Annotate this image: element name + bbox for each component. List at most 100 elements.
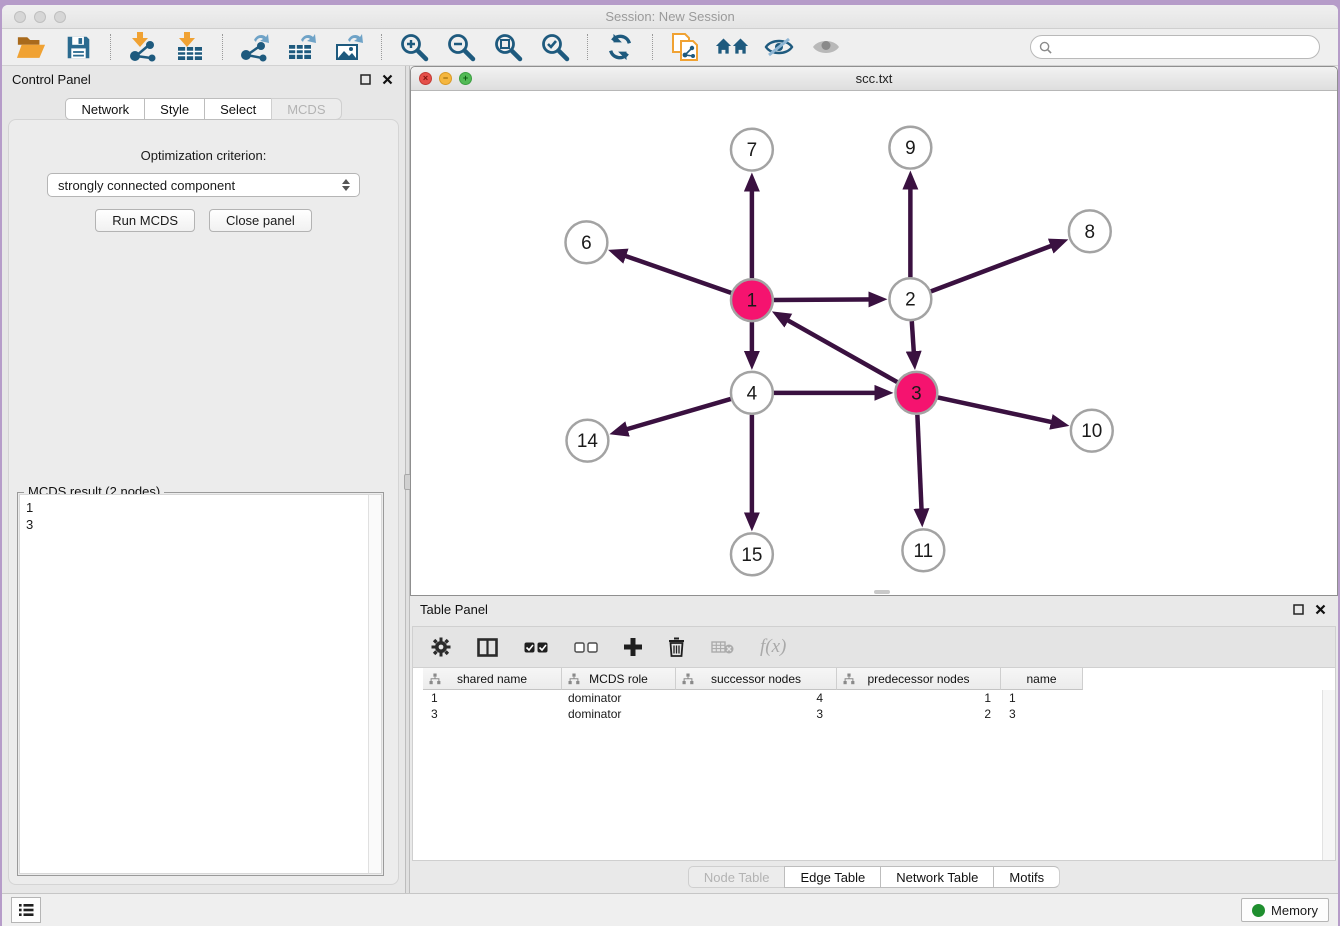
tab-edge-table[interactable]: Edge Table bbox=[784, 866, 880, 888]
table-panel-title: Table Panel bbox=[420, 602, 488, 617]
cell-shared-name[interactable]: 1 bbox=[423, 690, 562, 706]
tab-mcds[interactable]: MCDS bbox=[271, 98, 341, 120]
control-panel: Control Panel Network Style Select MCDS … bbox=[2, 66, 405, 893]
graph-node-label-3: 3 bbox=[911, 383, 922, 404]
deselect-all-checkboxes-icon[interactable] bbox=[574, 642, 598, 653]
hide-selected-icon[interactable] bbox=[760, 31, 798, 63]
network-resize-grip[interactable] bbox=[874, 590, 890, 594]
graph-edge-1-6[interactable] bbox=[614, 252, 731, 293]
float-panel-icon[interactable] bbox=[357, 72, 373, 86]
column-header-name[interactable]: name bbox=[1001, 668, 1083, 690]
import-network-icon[interactable] bbox=[124, 31, 162, 63]
graph-svg[interactable]: 7968124314101511 bbox=[411, 91, 1337, 595]
optimization-criterion-label: Optimization criterion: bbox=[9, 148, 398, 163]
open-session-icon[interactable] bbox=[12, 31, 50, 63]
table-tabs: Node Table Edge Table Network Table Moti… bbox=[410, 861, 1338, 893]
graph-node-label-9: 9 bbox=[905, 138, 916, 159]
close-table-panel-icon[interactable] bbox=[1312, 602, 1328, 616]
optimization-criterion-select[interactable]: strongly connected component bbox=[47, 173, 360, 197]
tab-motifs[interactable]: Motifs bbox=[993, 866, 1060, 888]
table-panel-header: Table Panel bbox=[410, 596, 1338, 622]
status-bar: Memory bbox=[2, 893, 1338, 926]
column-label: MCDS role bbox=[589, 672, 648, 686]
add-column-icon[interactable] bbox=[624, 638, 642, 656]
zoom-selected-icon[interactable] bbox=[536, 31, 574, 63]
graph-edge-2-8[interactable] bbox=[931, 242, 1063, 292]
mcds-result-list[interactable]: 1 3 bbox=[20, 495, 368, 873]
float-table-panel-icon[interactable] bbox=[1290, 602, 1306, 616]
network-from-file-icon[interactable] bbox=[666, 31, 704, 63]
column-header-mcds-role[interactable]: MCDS role bbox=[562, 668, 676, 690]
column-header-shared-name[interactable]: shared name bbox=[423, 668, 562, 690]
graph-node-label-7: 7 bbox=[747, 140, 758, 161]
cell-shared-name[interactable]: 3 bbox=[423, 706, 562, 722]
first-neighbors-icon[interactable] bbox=[713, 31, 751, 63]
search-field[interactable] bbox=[1030, 35, 1320, 59]
cell-successor-nodes[interactable]: 4 bbox=[676, 690, 837, 706]
cell-mcds-role[interactable]: dominator bbox=[562, 690, 676, 706]
result-scrollbar[interactable] bbox=[368, 495, 381, 873]
graph-edge-1-2[interactable] bbox=[774, 299, 882, 300]
toolbar-separator bbox=[110, 34, 111, 60]
graph-node-label-1: 1 bbox=[747, 291, 758, 312]
tab-node-table[interactable]: Node Table bbox=[688, 866, 785, 888]
graph-edge-4-14[interactable] bbox=[615, 399, 731, 433]
tab-network-table[interactable]: Network Table bbox=[880, 866, 993, 888]
cell-successor-nodes[interactable]: 3 bbox=[676, 706, 837, 722]
network-canvas[interactable]: 7968124314101511 bbox=[411, 91, 1337, 595]
tab-style[interactable]: Style bbox=[144, 98, 204, 120]
network-window-titlebar[interactable]: × − + scc.txt bbox=[411, 67, 1337, 91]
table-row[interactable]: 1 dominator 4 1 1 bbox=[413, 690, 1335, 706]
zoom-out-icon[interactable] bbox=[442, 31, 480, 63]
graph-edge-3-1[interactable] bbox=[777, 314, 897, 382]
graph-edge-2-3[interactable] bbox=[912, 321, 915, 364]
cell-name[interactable]: 3 bbox=[1001, 706, 1083, 722]
import-table-icon[interactable] bbox=[171, 31, 209, 63]
show-all-icon[interactable] bbox=[807, 31, 845, 63]
cell-predecessor-nodes[interactable]: 1 bbox=[837, 690, 1001, 706]
chevron-updown-icon bbox=[339, 179, 353, 191]
graph-node-label-8: 8 bbox=[1085, 222, 1096, 243]
split-columns-icon[interactable] bbox=[477, 638, 498, 657]
refresh-icon[interactable] bbox=[601, 31, 639, 63]
close-panel-icon[interactable] bbox=[379, 72, 395, 86]
run-mcds-button[interactable]: Run MCDS bbox=[95, 209, 195, 232]
cell-predecessor-nodes[interactable]: 2 bbox=[837, 706, 1001, 722]
delete-column-icon[interactable] bbox=[668, 637, 685, 657]
function-builder-icon[interactable]: f(x) bbox=[760, 636, 786, 658]
tab-select[interactable]: Select bbox=[204, 98, 271, 120]
zoom-fit-icon[interactable] bbox=[489, 31, 527, 63]
memory-button[interactable]: Memory bbox=[1241, 898, 1329, 922]
network-window-title: scc.txt bbox=[411, 71, 1337, 86]
export-table-icon[interactable] bbox=[283, 31, 321, 63]
attribute-type-icon bbox=[682, 673, 694, 685]
search-input[interactable] bbox=[1057, 40, 1311, 54]
attribute-type-icon bbox=[843, 673, 855, 685]
export-network-icon[interactable] bbox=[236, 31, 274, 63]
save-session-icon[interactable] bbox=[59, 31, 97, 63]
cell-name[interactable]: 1 bbox=[1001, 690, 1083, 706]
app-titlebar: Session: New Session bbox=[2, 5, 1338, 29]
tab-network[interactable]: Network bbox=[65, 98, 144, 120]
app-window: Session: New Session bbox=[2, 5, 1338, 926]
settings-gear-icon[interactable] bbox=[431, 637, 451, 657]
table-scrollbar[interactable] bbox=[1322, 690, 1335, 860]
select-all-checkboxes-icon[interactable] bbox=[524, 642, 548, 653]
column-header-predecessor-nodes[interactable]: predecessor nodes bbox=[837, 668, 1001, 690]
column-label: predecessor nodes bbox=[867, 672, 969, 686]
close-panel-button[interactable]: Close panel bbox=[209, 209, 312, 232]
column-header-successor-nodes[interactable]: successor nodes bbox=[676, 668, 837, 690]
search-icon bbox=[1039, 41, 1052, 54]
zoom-in-icon[interactable] bbox=[395, 31, 433, 63]
export-image-icon[interactable] bbox=[330, 31, 368, 63]
delete-table-icon[interactable] bbox=[711, 640, 734, 655]
graph-node-label-4: 4 bbox=[747, 383, 758, 404]
task-history-button[interactable] bbox=[11, 897, 41, 923]
toolbar-separator bbox=[587, 34, 588, 60]
graph-edge-3-10[interactable] bbox=[938, 397, 1064, 424]
table-row[interactable]: 3 dominator 3 2 3 bbox=[413, 706, 1335, 722]
network-view-window: × − + scc.txt 7968124314101511 bbox=[410, 66, 1338, 596]
cell-mcds-role[interactable]: dominator bbox=[562, 706, 676, 722]
attribute-type-icon bbox=[429, 673, 441, 685]
graph-edge-3-11[interactable] bbox=[917, 415, 922, 522]
